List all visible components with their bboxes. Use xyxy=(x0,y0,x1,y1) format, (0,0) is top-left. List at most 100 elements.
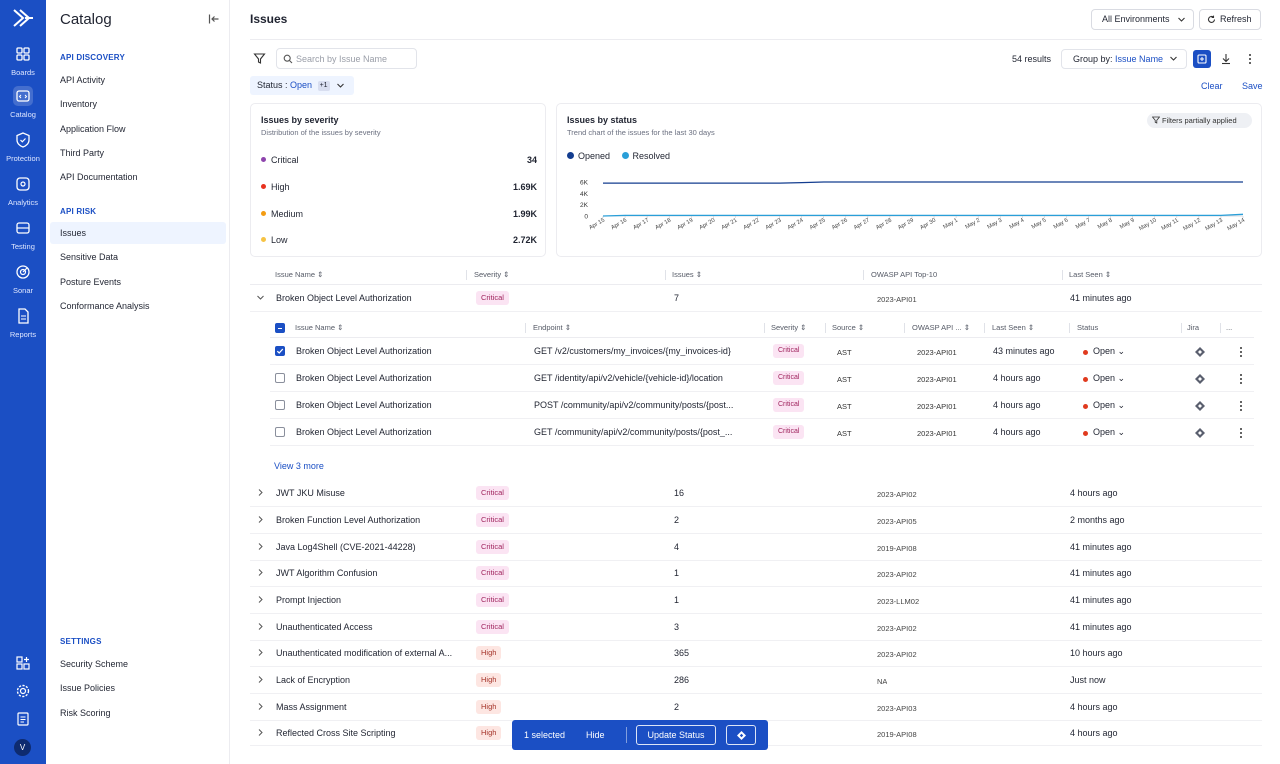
sidebar-item-risk-scoring[interactable]: Risk Scoring xyxy=(50,702,226,724)
sub-column-owasp[interactable]: OWASP API ... ⇕ xyxy=(912,323,970,332)
sidebar-item-third-party[interactable]: Third Party xyxy=(50,142,226,164)
chevron-right-icon[interactable] xyxy=(256,648,265,657)
app-logo-icon[interactable] xyxy=(12,8,34,28)
severity-row-high[interactable]: High 1.69K xyxy=(261,182,537,192)
download-button[interactable] xyxy=(1217,50,1235,68)
rail-item-sonar[interactable]: Sonar xyxy=(0,262,46,295)
sidebar-item-issue-policies[interactable]: Issue Policies xyxy=(50,677,226,699)
rail-item-analytics[interactable]: Analytics xyxy=(0,174,46,207)
row-checkbox[interactable] xyxy=(275,373,285,383)
document-icon[interactable] xyxy=(14,710,32,728)
status-dropdown[interactable]: Open ⌄ xyxy=(1093,400,1125,411)
table-row[interactable]: JWT Algorithm Confusion Critical 1 2023-… xyxy=(250,560,1262,587)
row-checkbox[interactable] xyxy=(275,400,285,410)
view-more-link[interactable]: View 3 more xyxy=(274,461,324,471)
row-menu-icon[interactable] xyxy=(1236,426,1246,440)
sidebar-item-security-scheme[interactable]: Security Scheme xyxy=(50,653,226,675)
table-row[interactable]: Broken Function Level Authorization Crit… xyxy=(250,507,1262,534)
avatar[interactable]: V xyxy=(14,739,31,756)
clear-filters-link[interactable]: Clear xyxy=(1201,81,1223,91)
severity-row-medium[interactable]: Medium 1.99K xyxy=(261,209,537,219)
chevron-right-icon[interactable] xyxy=(256,622,265,631)
sub-table-row[interactable]: Broken Object Level Authorization GET /v… xyxy=(270,338,1254,365)
rail-item-boards[interactable]: Boards xyxy=(0,44,46,77)
rail-item-reports[interactable]: Reports xyxy=(0,306,46,339)
environment-dropdown[interactable]: All Environments xyxy=(1091,9,1194,30)
status-filter-chip[interactable]: Status : Open +1 xyxy=(250,76,354,95)
group-by-dropdown[interactable]: Group by: Issue Name xyxy=(1061,49,1187,69)
table-view-button[interactable] xyxy=(1193,50,1211,68)
table-row[interactable]: Prompt Injection Critical 1 2023-LLM02 4… xyxy=(250,587,1262,614)
select-all-checkbox[interactable] xyxy=(275,323,285,333)
chevron-right-icon[interactable] xyxy=(256,542,265,551)
row-menu-icon[interactable] xyxy=(1236,372,1246,386)
sub-column-source[interactable]: Source ⇕ xyxy=(832,323,864,332)
table-row[interactable]: Broken Object Level Authorization Critic… xyxy=(250,285,1262,312)
rail-item-testing[interactable]: Testing xyxy=(0,218,46,251)
severity-row-low[interactable]: Low 2.72K xyxy=(261,235,537,245)
table-row[interactable]: Lack of Encryption High 286 NA Just now xyxy=(250,667,1262,694)
sidebar-item-api-documentation[interactable]: API Documentation xyxy=(50,166,226,188)
hide-button[interactable]: Hide xyxy=(586,730,605,740)
column-header-last-seen[interactable]: Last Seen ⇕ xyxy=(1069,270,1111,279)
filters-partially-applied-chip[interactable]: Filters partially applied xyxy=(1147,113,1252,128)
chevron-right-icon[interactable] xyxy=(256,675,265,684)
column-header-issues[interactable]: Issues ⇕ xyxy=(672,270,702,279)
search-input[interactable] xyxy=(296,52,414,66)
jira-button[interactable] xyxy=(1192,344,1208,360)
sidebar-item-issues[interactable]: Issues xyxy=(50,222,226,244)
sub-column-issue-name[interactable]: Issue Name ⇕ xyxy=(295,323,343,332)
row-menu-icon[interactable] xyxy=(1236,345,1246,359)
column-header-issue-name[interactable]: Issue Name ⇕ xyxy=(275,270,323,279)
save-filters-link[interactable]: Save xyxy=(1242,81,1263,91)
jira-button[interactable] xyxy=(1192,425,1208,441)
legend-item-resolved[interactable]: Resolved xyxy=(621,151,670,161)
sidebar-item-application-flow[interactable]: Application Flow xyxy=(50,118,226,140)
sub-column-status[interactable]: Status xyxy=(1077,323,1098,332)
chevron-right-icon[interactable] xyxy=(256,728,265,737)
gear-icon[interactable] xyxy=(14,682,32,700)
sub-table-row[interactable]: Broken Object Level Authorization GET /i… xyxy=(270,365,1254,392)
table-row[interactable]: Mass Assignment High 2 2023-API03 4 hour… xyxy=(250,694,1262,721)
status-dropdown[interactable]: Open ⌄ xyxy=(1093,373,1125,384)
rail-item-catalog[interactable]: Catalog xyxy=(0,86,46,119)
sub-table-row[interactable]: Broken Object Level Authorization POST /… xyxy=(270,392,1254,419)
sidebar-item-sensitive-data[interactable]: Sensitive Data xyxy=(50,246,226,268)
collapse-sidebar-icon[interactable] xyxy=(208,13,220,25)
sidebar-item-api-activity[interactable]: API Activity xyxy=(50,69,226,91)
table-row[interactable]: Unauthenticated Access Critical 3 2023-A… xyxy=(250,614,1262,641)
status-dropdown[interactable]: Open ⌄ xyxy=(1093,427,1125,438)
sub-column-jira[interactable]: Jira xyxy=(1187,323,1199,332)
create-jira-button[interactable] xyxy=(726,725,756,745)
rail-item-protection[interactable]: Protection xyxy=(0,130,46,163)
apps-add-icon[interactable] xyxy=(14,654,32,672)
sub-column-more[interactable]: ... xyxy=(1226,323,1232,332)
row-checkbox[interactable] xyxy=(275,427,285,437)
jira-button[interactable] xyxy=(1192,398,1208,414)
sub-column-endpoint[interactable]: Endpoint ⇕ xyxy=(533,323,571,332)
column-header-owasp[interactable]: OWASP API Top-10 xyxy=(871,270,937,279)
refresh-button[interactable]: Refresh xyxy=(1199,9,1261,30)
chevron-down-icon[interactable] xyxy=(256,293,265,302)
table-row[interactable]: Java Log4Shell (CVE-2021-44228) Critical… xyxy=(250,534,1262,561)
chevron-right-icon[interactable] xyxy=(256,568,265,577)
chevron-right-icon[interactable] xyxy=(256,488,265,497)
severity-row-critical[interactable]: Critical 34 xyxy=(261,155,537,165)
chevron-right-icon[interactable] xyxy=(256,702,265,711)
chevron-right-icon[interactable] xyxy=(256,595,265,604)
legend-item-opened[interactable]: Opened xyxy=(567,151,610,161)
row-checkbox[interactable] xyxy=(275,346,285,356)
sidebar-item-posture-events[interactable]: Posture Events xyxy=(50,271,226,293)
status-dropdown[interactable]: Open ⌄ xyxy=(1093,346,1125,357)
more-options-button[interactable] xyxy=(1241,50,1259,68)
table-row[interactable]: JWT JKU Misuse Critical 16 2023-API02 4 … xyxy=(250,480,1262,507)
sidebar-item-inventory[interactable]: Inventory xyxy=(50,93,226,115)
sub-column-severity[interactable]: Severity ⇕ xyxy=(771,323,806,332)
filter-icon[interactable] xyxy=(253,52,266,65)
sub-table-row[interactable]: Broken Object Level Authorization GET /c… xyxy=(270,419,1254,446)
sub-column-last-seen[interactable]: Last Seen ⇕ xyxy=(992,323,1034,332)
update-status-button[interactable]: Update Status xyxy=(636,725,716,745)
sidebar-item-conformance-analysis[interactable]: Conformance Analysis xyxy=(50,295,226,317)
jira-button[interactable] xyxy=(1192,371,1208,387)
table-row[interactable]: Unauthenticated modification of external… xyxy=(250,640,1262,667)
